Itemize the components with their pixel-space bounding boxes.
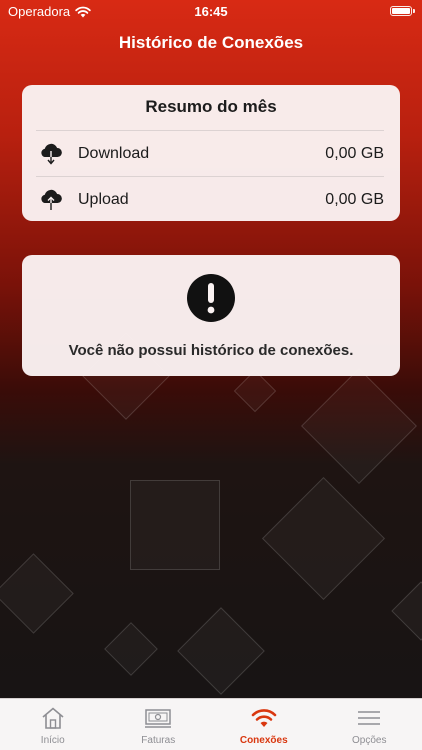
upload-value: 0,00 GB (325, 191, 384, 208)
background-square (0, 553, 74, 634)
download-value: 0,00 GB (325, 145, 384, 162)
clock: 16:45 (194, 4, 228, 19)
download-row: Download 0,00 GB (36, 130, 384, 177)
page-title: Histórico de Conexões (118, 33, 304, 52)
background-square (130, 480, 220, 570)
banknote-icon (144, 705, 172, 731)
tab-faturas[interactable]: Faturas (106, 699, 212, 750)
background-square (391, 581, 422, 641)
background-square (301, 368, 417, 484)
background-square (177, 607, 265, 695)
cloud-upload-icon (36, 187, 66, 213)
cloud-download-icon (36, 141, 66, 167)
menu-icon (355, 705, 383, 731)
wifi-icon (250, 705, 278, 731)
background-square (104, 622, 158, 676)
home-icon (39, 705, 67, 731)
empty-history-card: Você não possui histórico de conexões. (22, 255, 400, 376)
tab-inicio-label: Início (40, 735, 65, 746)
empty-state-message: Você não possui histórico de conexões. (68, 342, 354, 359)
tab-conexoes[interactable]: Conexões (211, 699, 317, 750)
tab-faturas-label: Faturas (141, 735, 176, 746)
background-square (233, 369, 277, 413)
battery-icon (390, 6, 415, 16)
download-label: Download (78, 145, 150, 162)
status-bar: Operadora 16:45 (0, 0, 422, 22)
upload-label: Upload (78, 191, 129, 208)
monthly-summary-card: Resumo do mês Download 0,00 GB Upload 0,… (22, 85, 400, 221)
exclamation-circle-icon (187, 274, 235, 322)
tab-opcoes-label: Opções (352, 735, 387, 746)
summary-title: Resumo do mês (145, 97, 277, 116)
tab-opcoes[interactable]: Opções (317, 699, 422, 750)
tab-conexoes-label: Conexões (239, 735, 288, 746)
upload-row: Upload 0,00 GB (36, 176, 384, 223)
tab-bar: Início Faturas Conexões Opções (0, 698, 422, 750)
background-square (261, 476, 386, 601)
tab-inicio[interactable]: Início (0, 699, 106, 750)
